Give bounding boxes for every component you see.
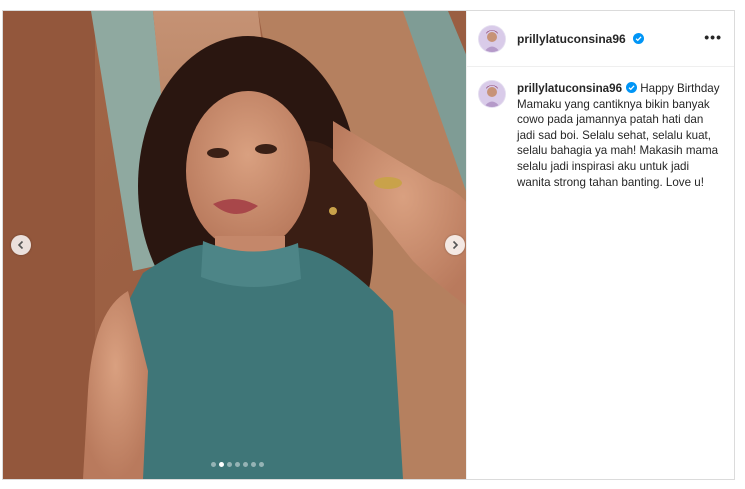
post-header: prillylatuconsina96 ••• — [467, 11, 734, 67]
carousel-dot — [251, 462, 256, 467]
verified-badge-icon — [626, 82, 638, 93]
carousel-previous-button[interactable] — [11, 235, 31, 255]
carousel-next-button[interactable] — [445, 235, 465, 255]
profile-picture — [479, 81, 505, 107]
carousel-dot — [243, 462, 248, 467]
caption-username-text: prillylatuconsina96 — [517, 82, 623, 95]
caption-text: prillylatuconsina96 Happy Birthday Mamak… — [517, 81, 722, 190]
post-media — [3, 11, 466, 479]
post-photo — [3, 11, 466, 479]
avatar[interactable] — [479, 25, 505, 52]
page-top-strip — [0, 0, 745, 10]
instagram-post: prillylatuconsina96 ••• prillylatuconsin… — [2, 10, 735, 480]
username-text: prillylatuconsina96 — [517, 31, 626, 46]
carousel-dot — [235, 462, 240, 467]
caption-avatar[interactable] — [479, 81, 505, 107]
more-options-icon[interactable]: ••• — [704, 29, 722, 45]
username-link[interactable]: prillylatuconsina96 — [517, 31, 645, 46]
chevron-left-icon — [17, 240, 24, 250]
caption-body: Happy Birthday Mamaku yang cantiknya bik… — [517, 82, 720, 189]
post-sidebar: prillylatuconsina96 ••• prillylatuconsin… — [466, 11, 734, 479]
carousel-dot — [259, 462, 264, 467]
carousel-indicator — [211, 462, 264, 467]
verified-badge-icon — [633, 32, 645, 44]
profile-picture — [479, 25, 505, 52]
carousel-dot — [211, 462, 216, 467]
chevron-right-icon — [452, 240, 459, 250]
caption-username[interactable]: prillylatuconsina96 — [517, 82, 622, 95]
carousel-dot — [219, 462, 224, 467]
carousel-dot — [227, 462, 232, 467]
post-caption: prillylatuconsina96 Happy Birthday Mamak… — [467, 67, 734, 190]
